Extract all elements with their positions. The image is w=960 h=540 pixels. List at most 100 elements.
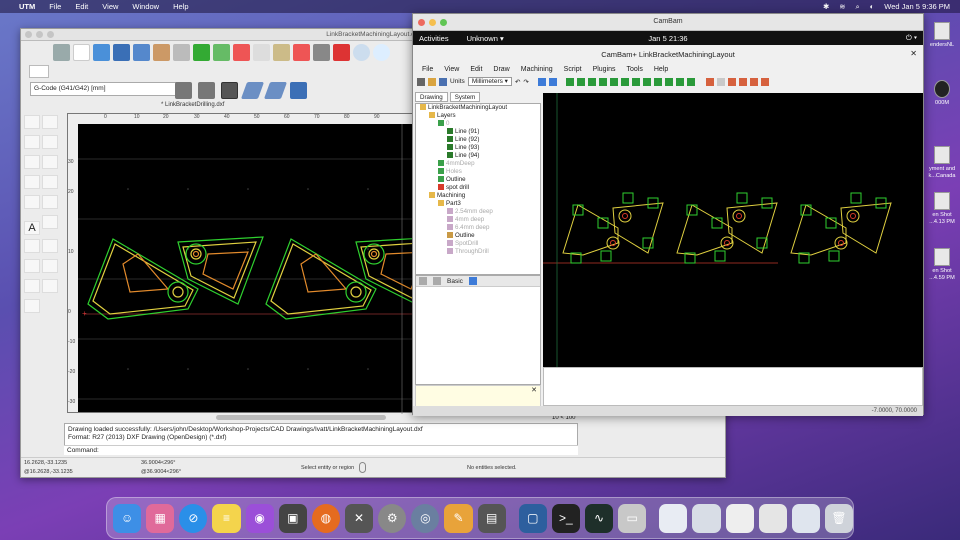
draw-polygon-icon[interactable] <box>642 77 651 86</box>
block-tool-icon[interactable] <box>24 279 40 293</box>
copy-icon[interactable] <box>253 44 270 61</box>
tree-item[interactable]: 2.54mm deep <box>416 208 540 216</box>
tree-item[interactable]: Machining <box>416 192 540 200</box>
categorized-icon[interactable] <box>419 277 427 285</box>
tree-item[interactable]: Part3 <box>416 200 540 208</box>
menu-window[interactable]: Window <box>132 2 159 11</box>
trash-icon[interactable]: 🗑 <box>824 503 854 533</box>
draw-order-icon[interactable] <box>333 44 350 61</box>
photo-booth-icon[interactable]: ▣ <box>278 503 307 533</box>
arc-tool-icon[interactable] <box>24 135 40 149</box>
dimension-tool-icon[interactable] <box>42 215 58 229</box>
draw-hatch-icon[interactable] <box>686 77 695 86</box>
text-tool-icon[interactable]: A <box>24 221 40 235</box>
print-preview-icon[interactable] <box>173 44 190 61</box>
utm-icon[interactable]: ▢ <box>518 503 547 533</box>
image-tool-icon[interactable] <box>24 239 40 253</box>
3d-view-icon[interactable] <box>24 299 40 313</box>
profile-op-icon[interactable] <box>705 77 714 86</box>
circle-tool-icon[interactable] <box>42 135 58 149</box>
open-folder-icon[interactable] <box>93 44 110 61</box>
power-icon[interactable]: ⏻ ▾ <box>906 33 917 43</box>
pointer-icon[interactable] <box>417 77 425 86</box>
line-tool-icon[interactable] <box>42 115 58 129</box>
tab-system[interactable]: System <box>449 92 481 102</box>
bluetooth-icon[interactable]: ✱ <box>823 2 829 11</box>
print-icon[interactable] <box>153 44 170 61</box>
pencil-app-icon[interactable]: ✎ <box>444 503 473 533</box>
pocket-op-icon[interactable] <box>716 77 725 86</box>
menu-machining[interactable]: Machining <box>521 66 553 73</box>
advanced-toggle-icon[interactable] <box>468 277 477 285</box>
tree-item[interactable]: 4mm deep <box>416 216 540 224</box>
zoom-icon[interactable] <box>353 44 370 61</box>
blank-tool[interactable] <box>42 239 58 253</box>
shape-tool-icon[interactable] <box>42 175 58 189</box>
lathe-op-icon[interactable] <box>749 77 758 86</box>
menu-plugins[interactable]: Plugins <box>593 66 616 73</box>
xcode-tools-icon[interactable]: ✕ <box>344 503 374 533</box>
desktop-item[interactable]: en Shot ...4.59 PM <box>922 248 960 281</box>
save-icon[interactable] <box>439 77 447 86</box>
save-icon[interactable] <box>113 44 130 61</box>
snap-icon[interactable] <box>313 44 330 61</box>
paste-icon[interactable] <box>273 44 290 61</box>
calculator-icon[interactable]: ▤ <box>477 503 506 533</box>
recent-doc-icon[interactable] <box>725 503 754 533</box>
close-icon[interactable]: ✕ <box>910 49 917 58</box>
gcode-op-icon[interactable] <box>760 77 769 86</box>
cut-icon[interactable] <box>233 44 250 61</box>
wifi-icon[interactable]: ≋ <box>839 2 845 11</box>
draw-surface-icon[interactable] <box>664 77 673 86</box>
tab-drawing[interactable]: Drawing <box>415 92 448 102</box>
tree-item[interactable]: Line (94) <box>416 152 540 160</box>
search-icon[interactable]: ⌕ <box>856 2 860 12</box>
disk-utility-icon[interactable]: ◎ <box>411 503 440 533</box>
drawing-tree[interactable]: LinkBracketMachiningLayout Layers 0 Line (9… <box>415 103 541 275</box>
draw-line-icon[interactable] <box>576 77 585 86</box>
measure-tool-icon[interactable] <box>42 259 58 273</box>
select-icon[interactable] <box>53 44 70 61</box>
sort-icon[interactable] <box>433 277 441 285</box>
pen-icon[interactable] <box>293 44 310 61</box>
hatch-tool-icon[interactable] <box>24 195 40 209</box>
system-preferences-icon[interactable]: ⚙ <box>378 503 407 533</box>
horizontal-scrollbar[interactable] <box>216 415 386 420</box>
desktop-item[interactable]: endersNL <box>922 22 960 49</box>
podcasts-icon[interactable]: ◉ <box>245 503 274 533</box>
cambam-canvas[interactable] <box>543 93 923 367</box>
draw-point-icon[interactable] <box>565 77 574 86</box>
open-folder-icon[interactable] <box>428 77 436 86</box>
tree-item[interactable]: LinkBracketMachiningLayout <box>416 104 540 112</box>
machine-icon[interactable] <box>175 82 192 99</box>
menu-view[interactable]: View <box>102 2 118 11</box>
drill-op-icon[interactable] <box>727 77 736 86</box>
draw-circle-icon[interactable] <box>598 77 607 86</box>
gcode-dialect-select[interactable]: G-Code (G41/G42) [mm] <box>30 82 188 96</box>
screenshot-app-icon[interactable]: ▭ <box>618 503 647 533</box>
launchpad-icon[interactable]: ▦ <box>146 503 175 533</box>
desktop-item[interactable]: en Shot ...4.13 PM <box>922 192 960 225</box>
menu-view[interactable]: View <box>444 66 459 73</box>
close-icon[interactable]: ✕ <box>531 386 537 394</box>
menu-file[interactable]: File <box>49 2 61 11</box>
tree-item[interactable]: Outline <box>416 176 540 184</box>
tree-item[interactable]: Outline <box>416 232 540 240</box>
tree-item[interactable]: 4mmDeep <box>416 160 540 168</box>
menu-edit[interactable]: Edit <box>470 66 482 73</box>
draw-region-icon[interactable] <box>675 77 684 86</box>
doc-tab[interactable]: * LinkBracketDrilling.dxf <box>161 102 224 108</box>
menubar-clock[interactable]: Wed Jan 5 9:36 PM <box>884 2 950 11</box>
activity-monitor-icon[interactable]: ∿ <box>584 503 614 533</box>
menu-help[interactable]: Help <box>654 66 668 73</box>
menu-help[interactable]: Help <box>173 2 188 11</box>
draw-spline-icon[interactable] <box>653 77 662 86</box>
gnome-clock[interactable]: Jan 5 21:36 <box>413 34 923 43</box>
desktop-item[interactable]: yment and k...Canada <box>922 146 960 179</box>
recent-doc-icon[interactable] <box>758 503 787 533</box>
downloads-stack-icon[interactable] <box>659 503 688 533</box>
grid-icon[interactable] <box>548 77 557 86</box>
tree-item[interactable]: Line (91) <box>416 128 540 136</box>
units-select[interactable]: Millimeters ▾ <box>467 77 512 86</box>
menu-file[interactable]: File <box>422 66 433 73</box>
